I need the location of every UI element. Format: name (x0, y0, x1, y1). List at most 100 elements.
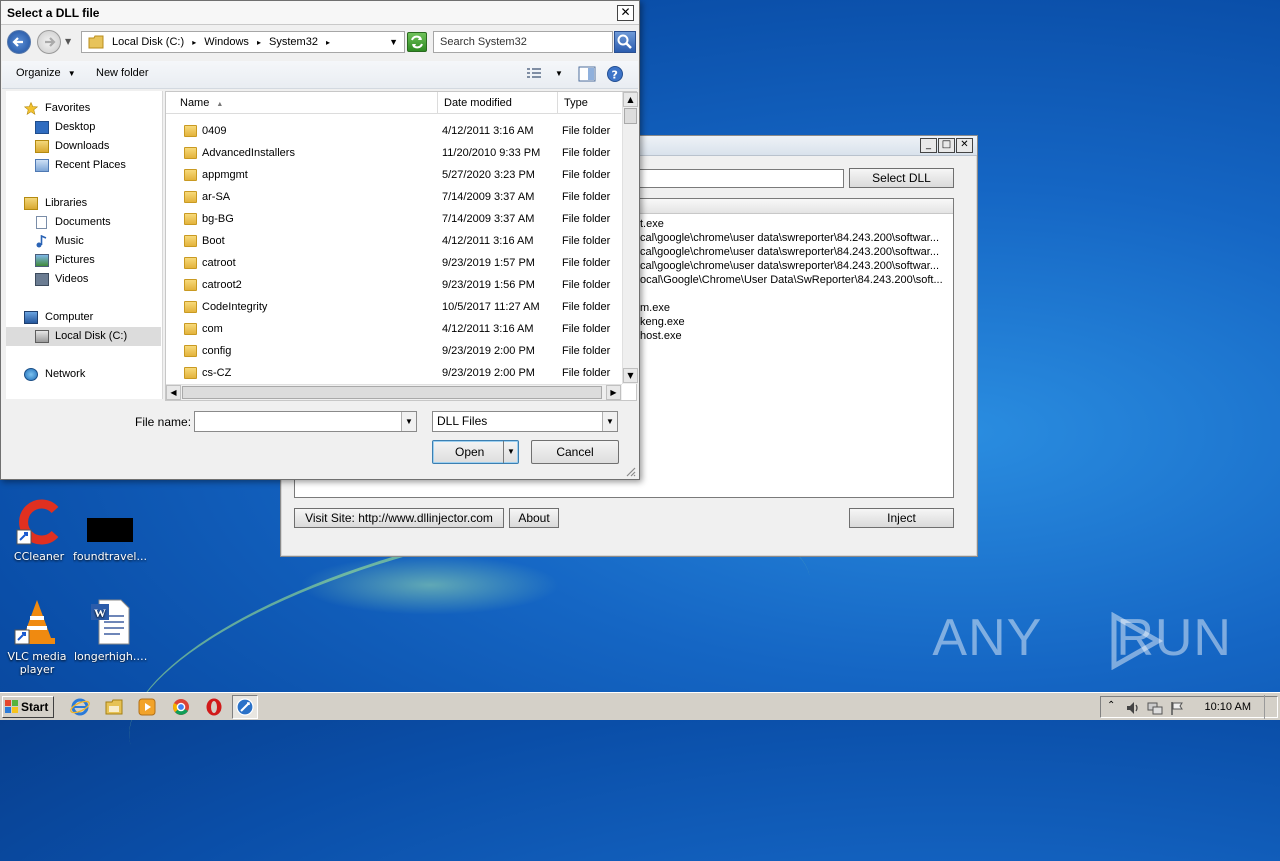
file-row[interactable]: config 9/23/2019 2:00 PM File folder (166, 340, 621, 362)
vertical-scroll-thumb[interactable] (624, 108, 637, 124)
scroll-left-arrow-icon[interactable]: ◀ (166, 385, 181, 400)
column-date[interactable]: Date modified (438, 92, 558, 114)
nav-music[interactable]: Music (6, 232, 161, 251)
vertical-scrollbar[interactable]: ▲ ▼ (622, 92, 638, 384)
file-name-input[interactable]: ▼ (194, 411, 417, 432)
organize-menu[interactable]: Organize ▼ (16, 67, 76, 79)
file-row[interactable]: AdvancedInstallers 11/20/2010 9:33 PM File… (166, 142, 621, 164)
show-hidden-icons-icon[interactable]: ⌃ (1107, 700, 1115, 711)
nav-desktop[interactable]: Desktop (6, 118, 161, 137)
nav-local-disk[interactable]: Local Disk (C:) (6, 327, 161, 346)
file-row[interactable]: 0409 4/12/2011 3:16 AM File folder (166, 120, 621, 142)
scroll-down-arrow-icon[interactable]: ▼ (623, 368, 638, 383)
new-folder-button[interactable]: New folder (96, 67, 149, 79)
refresh-button[interactable] (407, 32, 427, 52)
process-item[interactable]: cal\google\chrome\user data\swreporter\8… (640, 232, 939, 244)
file-row[interactable]: cs-CZ 9/23/2019 2:00 PM File folder (166, 362, 621, 384)
desktop-icon-vlc[interactable]: VLC media player (0, 598, 74, 676)
back-button[interactable] (7, 30, 31, 54)
process-item[interactable]: cal\google\chrome\user data\swreporter\8… (640, 246, 939, 258)
start-button[interactable]: Start (2, 696, 54, 718)
desktop-icon-foundtravel[interactable]: foundtravel... (73, 498, 147, 563)
file-name-dropdown-icon[interactable]: ▼ (401, 412, 416, 431)
network-status-icon[interactable] (1147, 700, 1163, 716)
breadcrumb-local-disk[interactable]: Local Disk (C:) (112, 36, 184, 48)
action-center-flag-icon[interactable] (1169, 700, 1185, 716)
address-dropdown-icon[interactable]: ▼ (389, 32, 398, 52)
nav-videos[interactable]: Videos (6, 270, 161, 289)
scroll-up-arrow-icon[interactable]: ▲ (623, 92, 638, 107)
nav-recent-places[interactable]: Recent Places (6, 156, 161, 175)
clock[interactable]: 10:10 AM (1205, 701, 1251, 713)
nav-libraries[interactable]: Libraries (6, 194, 161, 213)
dialog-close-button[interactable]: ✕ (617, 5, 634, 21)
column-name-label: Name (180, 97, 210, 109)
desktop-icon-longerhigh[interactable]: W longerhigh.rtf (74, 598, 148, 663)
process-item[interactable]: t.exe (640, 218, 664, 230)
nav-favorites[interactable]: Favorites (6, 99, 161, 118)
internet-explorer-icon[interactable] (70, 697, 90, 717)
process-item[interactable]: m.exe (640, 302, 670, 314)
resize-grip-icon[interactable] (624, 465, 636, 477)
maximize-button[interactable]: □ (938, 138, 955, 153)
explorer-folder-icon[interactable] (104, 697, 124, 717)
help-icon[interactable]: ? (606, 65, 624, 83)
file-row[interactable]: ar-SA 7/14/2009 3:37 AM File folder (166, 186, 621, 208)
file-row[interactable]: catroot 9/23/2019 1:57 PM File folder (166, 252, 621, 274)
file-row[interactable]: CodeIntegrity 10/5/2017 11:27 AM File fold… (166, 296, 621, 318)
minimize-button[interactable]: _ (920, 138, 937, 153)
process-item[interactable]: ocal\Google\Chrome\User Data\SwReporter\… (640, 274, 943, 286)
search-input[interactable]: Search System32 (433, 31, 613, 53)
process-item[interactable]: host.exe (640, 330, 682, 342)
volume-icon[interactable] (1125, 700, 1141, 716)
view-details-icon[interactable] (526, 67, 542, 81)
file-type-select[interactable]: DLL Files ▼ (432, 411, 618, 432)
open-button[interactable]: Open ▼ (432, 440, 519, 464)
nav-network[interactable]: Network (6, 365, 161, 384)
file-row[interactable]: com 4/12/2011 3:16 AM File folder (166, 318, 621, 340)
horizontal-scroll-thumb[interactable] (182, 386, 602, 399)
visit-site-button[interactable]: Visit Site: http://www.dllinjector.com (294, 508, 504, 528)
column-name[interactable]: Name ▲ (174, 92, 438, 114)
forward-button[interactable] (37, 30, 61, 54)
process-item[interactable]: cal\google\chrome\user data\swreporter\8… (640, 260, 939, 272)
taskbar-dll-injector-button[interactable] (232, 695, 258, 719)
process-item[interactable]: keng.exe (640, 316, 685, 328)
file-row[interactable]: Boot 4/12/2011 3:16 AM File folder (166, 230, 621, 252)
view-dropdown-icon[interactable]: ▼ (555, 69, 563, 78)
file-row[interactable]: bg-BG 7/14/2009 3:37 AM File folder (166, 208, 621, 230)
preview-pane-icon[interactable] (578, 66, 596, 82)
search-button[interactable] (614, 31, 636, 53)
media-player-icon[interactable] (137, 697, 157, 717)
inject-button[interactable]: Inject (849, 508, 954, 528)
file-type-dropdown-icon[interactable]: ▼ (602, 412, 617, 431)
dialog-title[interactable]: Select a DLL file (1, 1, 639, 25)
about-button[interactable]: About (509, 508, 559, 528)
file-row[interactable]: catroot2 9/23/2019 1:56 PM File folder (166, 274, 621, 296)
chrome-icon[interactable] (171, 697, 191, 717)
file-name: config (202, 345, 232, 357)
cancel-button[interactable]: Cancel (531, 440, 619, 464)
open-dropdown-icon[interactable]: ▼ (503, 441, 518, 463)
nav-computer[interactable]: Computer (6, 308, 161, 327)
nav-downloads[interactable]: Downloads (6, 137, 161, 156)
opera-icon[interactable] (204, 697, 224, 717)
desktop-icon-ccleaner[interactable]: CCleaner (2, 498, 76, 563)
recent-pages-dropdown-icon[interactable]: ▼ (65, 37, 71, 46)
scroll-right-arrow-icon[interactable]: ▶ (606, 385, 621, 400)
breadcrumb-separator[interactable]: ▸ (192, 38, 196, 47)
breadcrumb-system32[interactable]: System32 (269, 36, 318, 48)
column-type[interactable]: Type (558, 92, 622, 114)
breadcrumb-separator[interactable]: ▸ (257, 38, 261, 47)
nav-pictures[interactable]: Pictures (6, 251, 161, 270)
breadcrumb-separator[interactable]: ▸ (326, 38, 330, 47)
show-desktop-button[interactable] (1264, 695, 1278, 719)
close-button[interactable]: ✕ (956, 138, 973, 153)
nav-documents[interactable]: Documents (6, 213, 161, 232)
folder-icon (184, 235, 197, 247)
breadcrumb-windows[interactable]: Windows (204, 36, 249, 48)
select-dll-button[interactable]: Select DLL (849, 168, 954, 188)
horizontal-scrollbar[interactable]: ◀ ▶ (166, 384, 622, 400)
breadcrumb[interactable]: Local Disk (C:) ▸ Windows ▸ System32 ▸ ▼ (81, 31, 405, 53)
file-row[interactable]: appmgmt 5/27/2020 3:23 PM File folder (166, 164, 621, 186)
